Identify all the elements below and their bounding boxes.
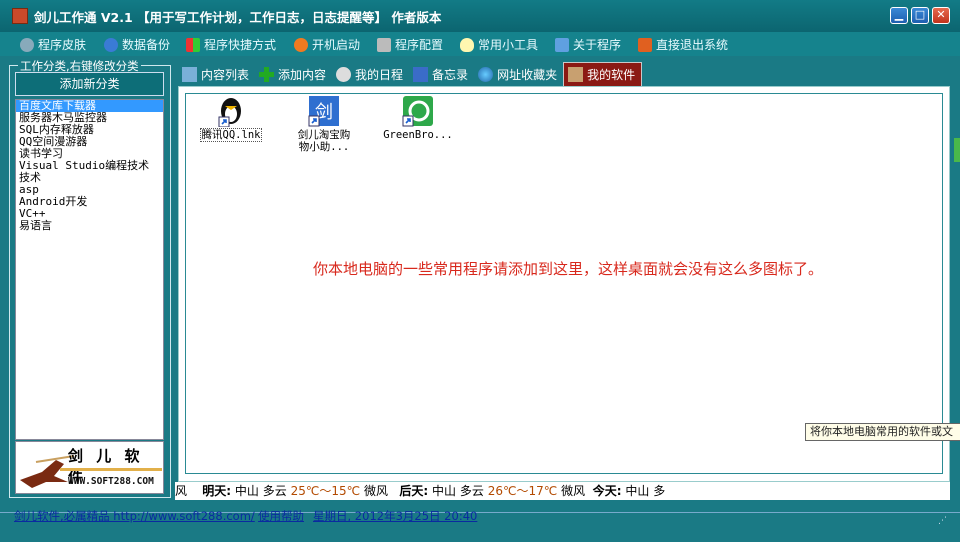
help-link[interactable]: 使用帮助 <box>258 508 304 524</box>
logo-underline <box>60 468 162 471</box>
menu-exit[interactable]: 直接退出系统 <box>638 36 728 53</box>
hint-text: 你本地电脑的一些常用程序请添加到这里，这样桌面就会没有这么多图标了。 <box>313 260 824 278</box>
software-item-jian[interactable]: 剑 剑儿淘宝购物小助... <box>288 95 360 153</box>
tab-add-content[interactable]: 添加内容 <box>255 62 332 86</box>
weather-condition: 多云 <box>459 484 484 498</box>
menu-config[interactable]: 程序配置 <box>377 36 443 53</box>
category-list[interactable]: 百度文库下载器 服务器木马监控器 SQL内存释放器 QQ空间漫游器 读书学习 V… <box>15 99 164 440</box>
menu-label: 程序皮肤 <box>38 38 87 52</box>
maximize-button[interactable]: □ <box>911 7 929 24</box>
software-item-label: GreenBro... <box>383 129 453 141</box>
shortcut-icon <box>186 37 200 52</box>
exit-icon <box>638 37 652 52</box>
menu-label: 数据备份 <box>122 38 171 52</box>
weather-wind: 微风 <box>363 484 388 498</box>
menu-label: 程序快捷方式 <box>204 38 277 52</box>
config-icon <box>377 37 391 52</box>
tab-my-software[interactable]: 我的软件 <box>563 62 643 86</box>
minimize-button[interactable]: ▁ <box>890 7 908 24</box>
weather-temp: 25℃～15℃ <box>290 484 361 498</box>
menu-tools[interactable]: 常用小工具 <box>460 36 538 53</box>
software-icon <box>568 67 584 82</box>
qq-penguin-icon <box>218 98 241 127</box>
menu-label: 常用小工具 <box>478 38 539 52</box>
list-icon <box>182 66 197 82</box>
category-group-title: 工作分类,右键修改分类 <box>18 59 141 73</box>
add-icon <box>259 66 275 82</box>
menu-label: 程序配置 <box>395 38 444 52</box>
tab-label: 备忘录 <box>432 67 469 82</box>
skin-icon <box>20 37 34 52</box>
software-item-qq[interactable]: 腾讯QQ.lnk <box>197 95 265 142</box>
weather-ticker: 风 明天: 中山 多云 25℃～15℃ 微风 后天: 中山 多云 26℃～17℃… <box>175 482 950 500</box>
menu-label: 直接退出系统 <box>656 38 729 52</box>
weather-tomorrow-label: 明天: <box>202 484 232 498</box>
site-link[interactable]: 剑儿软件,必属精品 http://www.soft288.com/ <box>14 508 255 524</box>
memo-icon <box>413 66 429 82</box>
tab-label: 网址收藏夹 <box>497 67 558 82</box>
tab-label: 我的日程 <box>355 67 404 82</box>
jian-shortcut-icon: 剑 <box>308 96 339 127</box>
backup-icon <box>104 37 118 52</box>
brand-logo[interactable]: 剑 儿 软 件 WWW.SOFT288.COM <box>15 441 164 494</box>
weather-wind: 微风 <box>561 484 586 498</box>
software-item-greenbrowser[interactable]: GreenBro... <box>380 95 456 141</box>
tooltip: 将你本地电脑常用的软件或文 <box>805 423 960 441</box>
software-item-label: 腾讯QQ.lnk <box>199 128 263 142</box>
weather-after-label: 后天: <box>399 484 429 498</box>
menu-startup[interactable]: 开机启动 <box>294 36 360 53</box>
about-icon <box>555 37 569 52</box>
tab-favorites[interactable]: 网址收藏夹 <box>474 62 563 86</box>
weather-city: 中山 <box>432 484 457 498</box>
weather-prefix: 风 <box>175 484 188 498</box>
weather-condition: 多云 <box>262 484 287 498</box>
close-button[interactable]: ✕ <box>932 7 950 24</box>
title-bar: 剑儿工作通 V2.1 【用于写工作计划，工作日志，日志提醒等】 作者版本 ▁ □… <box>0 0 960 32</box>
weather-temp: 26℃～17℃ <box>487 484 558 498</box>
tab-label: 添加内容 <box>278 67 327 82</box>
schedule-icon <box>336 66 352 82</box>
menu-backup[interactable]: 数据备份 <box>104 36 170 53</box>
menu-about[interactable]: 关于程序 <box>555 36 621 53</box>
resize-grip-icon[interactable]: ⋰ <box>938 516 950 528</box>
logo-url: WWW.SOFT288.COM <box>68 476 154 487</box>
add-category-button[interactable]: 添加新分类 <box>15 72 164 96</box>
tools-icon <box>460 37 474 52</box>
tab-content-list[interactable]: 内容列表 <box>178 62 255 86</box>
menu-label: 关于程序 <box>573 38 622 52</box>
green-browser-icon <box>402 96 433 127</box>
tab-memo[interactable]: 备忘录 <box>409 62 474 86</box>
tab-label: 我的软件 <box>587 68 636 82</box>
window-title: 剑儿工作通 V2.1 【用于写工作计划，工作日志，日志提醒等】 作者版本 <box>34 10 442 25</box>
tab-bar: 内容列表 添加内容 我的日程 备忘录 网址收藏夹 我的软件 <box>178 62 643 86</box>
software-item-label: 剑儿淘宝购物小助... <box>297 129 351 153</box>
menu-bar: 程序皮肤 数据备份 程序快捷方式 开机启动 程序配置 常用小工具 关于程序 直接… <box>0 32 960 56</box>
category-item[interactable]: 易语言 <box>16 220 163 232</box>
startup-icon <box>294 37 308 52</box>
globe-icon <box>478 66 494 82</box>
app-icon <box>12 8 28 24</box>
weather-city: 中山 <box>234 484 259 498</box>
tab-label: 内容列表 <box>201 67 250 82</box>
datetime-link[interactable]: 星期日, 2012年3月25日 20:40 <box>313 508 477 524</box>
weather-condition: 多 <box>653 484 666 498</box>
weather-today-label: 今天: <box>592 484 622 498</box>
edge-accent <box>954 138 960 162</box>
weather-city: 中山 <box>625 484 650 498</box>
tab-schedule[interactable]: 我的日程 <box>332 62 409 86</box>
menu-skin[interactable]: 程序皮肤 <box>20 36 86 53</box>
menu-label: 开机启动 <box>312 38 361 52</box>
menu-shortcut[interactable]: 程序快捷方式 <box>186 36 276 53</box>
